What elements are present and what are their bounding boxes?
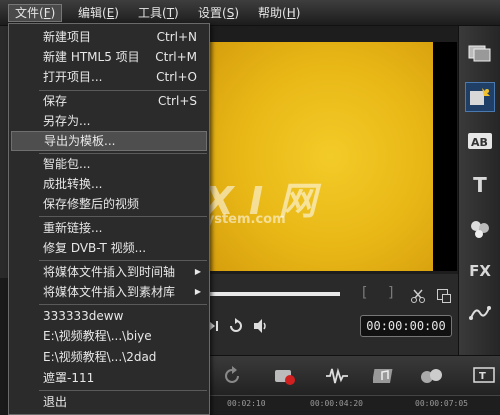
menu-item-exit[interactable]: 退出: [11, 392, 207, 412]
menu-help[interactable]: 帮助(H): [252, 4, 306, 22]
ruler-tick: 00:02:10: [227, 399, 266, 408]
menu-separator: [39, 304, 207, 305]
menu-settings[interactable]: 设置(S): [192, 4, 245, 22]
menu-item-recent-4[interactable]: 遮罩-111: [11, 368, 207, 388]
subtitle-editor-icon[interactable]: T: [473, 366, 495, 388]
redo-icon[interactable]: [223, 366, 243, 388]
menu-separator: [39, 390, 207, 391]
submenu-arrow-icon: ▶: [194, 287, 201, 296]
graphic-icon[interactable]: [465, 214, 495, 244]
title-icon[interactable]: T: [465, 170, 495, 200]
menu-item-save-as[interactable]: 另存为...: [11, 111, 207, 131]
path-icon[interactable]: [465, 298, 495, 328]
menu-separator: [39, 260, 207, 261]
menu-tools[interactable]: 工具(T): [132, 4, 185, 22]
submenu-arrow-icon: ▶: [194, 267, 201, 276]
transition-icon[interactable]: AB: [465, 126, 495, 156]
media-icon[interactable]: [465, 38, 495, 68]
shortcut-label: Ctrl+S: [157, 94, 197, 108]
shortcut-label: Ctrl+O: [156, 70, 197, 84]
split-clip-icon[interactable]: [410, 288, 426, 307]
menu-item-recent-3[interactable]: E:\视频教程\...\2dad: [11, 347, 207, 367]
svg-text:AB: AB: [471, 136, 488, 149]
shortcut-label: Ctrl+M: [155, 50, 197, 64]
repeat-icon[interactable]: [228, 318, 244, 337]
menu-separator: [39, 216, 207, 217]
preview-letterbox: [433, 42, 457, 271]
menu-item-open-project[interactable]: 打开项目... Ctrl+O: [11, 67, 207, 87]
ruler-tick: 00:00:07:05: [415, 399, 468, 408]
motion-tracking-icon[interactable]: [419, 366, 445, 390]
timecode-display[interactable]: 00:00:00:00: [360, 315, 452, 337]
menu-item-recent-2[interactable]: E:\视频教程\...\biye: [11, 326, 207, 346]
menu-item-new-project[interactable]: 新建项目 Ctrl+N: [11, 27, 207, 47]
scrubber-bar[interactable]: [208, 292, 340, 296]
menu-item-new-html5-project[interactable]: 新建 HTML5 项目 Ctrl+M: [11, 47, 207, 67]
menu-item-batch-convert[interactable]: 成批转换...: [11, 174, 207, 194]
mark-out-icon[interactable]: ]: [388, 285, 393, 301]
filter-icon[interactable]: FX: [465, 256, 495, 286]
enlarge-preview-icon[interactable]: [436, 288, 452, 307]
mark-in-icon[interactable]: [: [362, 285, 367, 301]
menu-edit[interactable]: 编辑(E): [72, 4, 125, 22]
menu-item-insert-to-library[interactable]: 将媒体文件插入到素材库 ▶: [11, 282, 207, 302]
menu-item-export-template[interactable]: 导出为模板...: [11, 131, 207, 151]
file-menu-dropdown: 新建项目 Ctrl+N 新建 HTML5 项目 Ctrl+M 打开项目... Ctrl…: [8, 23, 210, 415]
menu-item-insert-to-timeline[interactable]: 将媒体文件插入到时间轴 ▶: [11, 262, 207, 282]
preview-video: [205, 42, 433, 271]
timeline-ruler[interactable]: 00:02:10 00:00:04:20 00:00:07:05: [205, 395, 500, 415]
volume-icon[interactable]: [252, 318, 270, 337]
library-toolbar: AB T FX: [458, 26, 500, 361]
menu-item-repair-dvbt[interactable]: 修复 DVB-T 视频...: [11, 238, 207, 258]
svg-text:T: T: [479, 371, 486, 382]
instant-project-icon[interactable]: [465, 82, 495, 112]
shortcut-label: Ctrl+N: [156, 30, 197, 44]
timeline-toolbar: T: [205, 355, 500, 395]
left-panel-edge: [0, 278, 8, 415]
menu-item-smart-package[interactable]: 智能包...: [11, 154, 207, 174]
menu-item-save-trimmed-video[interactable]: 保存修整后的视频: [11, 194, 207, 214]
menu-item-relink[interactable]: 重新链接...: [11, 218, 207, 238]
record-capture-icon[interactable]: [273, 366, 297, 390]
menu-item-recent-1[interactable]: 333333deww: [11, 306, 207, 326]
menu-file[interactable]: 文件(F): [8, 4, 63, 22]
auto-music-icon[interactable]: [372, 366, 397, 390]
menu-item-save[interactable]: 保存 Ctrl+S: [11, 91, 207, 111]
ruler-tick: 00:00:04:20: [310, 399, 363, 408]
sound-mixer-icon[interactable]: [325, 366, 349, 390]
